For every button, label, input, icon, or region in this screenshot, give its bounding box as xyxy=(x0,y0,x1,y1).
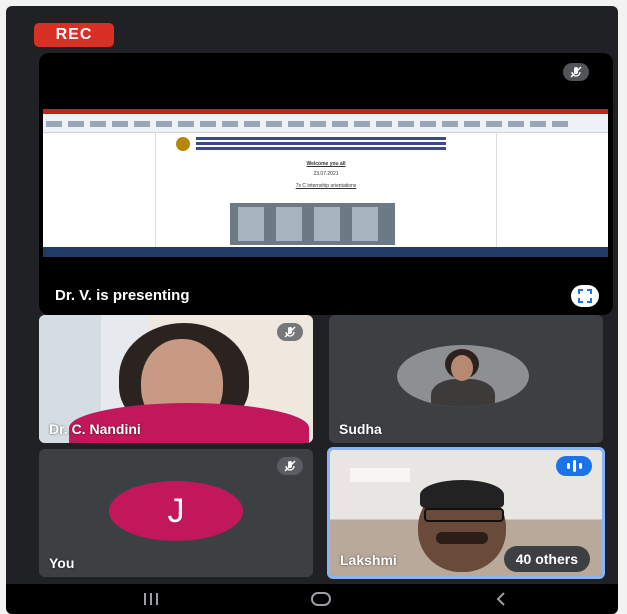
back-button[interactable] xyxy=(486,590,516,608)
speaking-indicator-icon xyxy=(556,456,592,476)
others-count-button[interactable]: 40 others xyxy=(503,546,590,572)
presentation-tile[interactable]: Welcome you all 23.07.2021 7x C internsh… xyxy=(39,53,613,315)
mic-off-icon xyxy=(563,63,589,81)
presenter-label: Dr. V. is presenting xyxy=(55,287,190,304)
slide-document: Welcome you all 23.07.2021 7x C internsh… xyxy=(155,133,497,251)
recording-badge: REC xyxy=(34,23,114,47)
participant-tile-sudha[interactable]: Sudha xyxy=(329,315,603,443)
slide-photo xyxy=(230,203,395,245)
participant-tile-nandini[interactable]: Dr. C. Nandini xyxy=(39,315,313,443)
shared-screen: Welcome you all 23.07.2021 7x C internsh… xyxy=(43,109,608,257)
slide-subtitle: 7x C internship orientations xyxy=(295,183,357,189)
slide-date: 23.07.2021 xyxy=(313,171,339,177)
recents-button[interactable] xyxy=(136,590,166,608)
participant-name: Dr. C. Nandini xyxy=(49,421,141,437)
back-icon xyxy=(496,592,505,606)
institution-logo xyxy=(176,137,190,151)
system-navigation-bar xyxy=(6,584,618,614)
participant-name: You xyxy=(49,555,75,571)
fullscreen-button[interactable] xyxy=(571,285,599,307)
meet-screen: REC Welcome you all 23.07.2021 7x C inte… xyxy=(6,6,618,614)
slide-title: Welcome you all xyxy=(306,161,346,167)
fullscreen-icon xyxy=(578,289,592,303)
avatar xyxy=(397,345,529,407)
recents-icon xyxy=(144,593,158,605)
participant-tile-lakshmi[interactable]: Lakshmi 40 others xyxy=(327,447,605,579)
home-button[interactable] xyxy=(306,590,336,608)
participant-name: Sudha xyxy=(339,421,382,437)
mic-off-icon xyxy=(277,323,303,341)
avatar: J xyxy=(109,481,243,541)
desktop-taskbar xyxy=(43,247,608,257)
participant-tile-you[interactable]: J You xyxy=(39,449,313,577)
mic-off-icon xyxy=(277,457,303,475)
participant-name: Lakshmi xyxy=(340,552,397,568)
home-icon xyxy=(311,592,331,606)
